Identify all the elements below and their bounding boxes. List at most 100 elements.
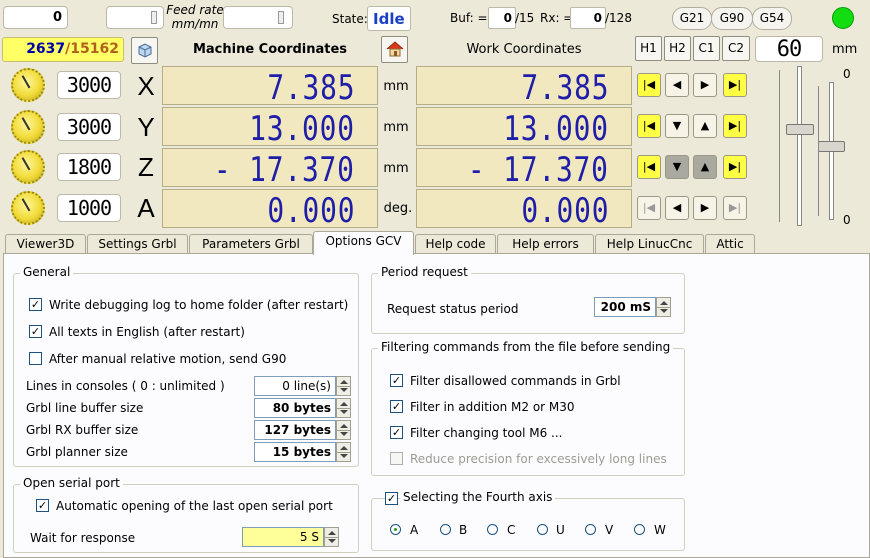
planner-size-input[interactable]: 15 bytes bbox=[254, 442, 336, 462]
tab-parameters-grbl[interactable]: Parameters Grbl bbox=[189, 234, 313, 254]
jog-x-to-end-button[interactable]: ▶| bbox=[723, 73, 747, 97]
line-number-value: 0 bbox=[52, 10, 62, 25]
filter-m2-m30-label[interactable]: Filter in addition M2 or M30 bbox=[410, 400, 575, 414]
jog-x-to-start-button[interactable]: |◀ bbox=[637, 73, 661, 97]
jog-y-minus-button[interactable]: ▼ bbox=[665, 114, 689, 138]
gcode-badge-g54: G54 bbox=[752, 7, 792, 30]
fourth-axis-group-title[interactable]: Selecting the Fourth axis bbox=[400, 490, 556, 504]
filter-disallowed-label[interactable]: Filter disallowed commands in Grbl bbox=[410, 374, 621, 388]
line-number-field: 0 bbox=[3, 6, 68, 29]
fourth-axis-radio-b[interactable] bbox=[440, 524, 451, 535]
auto-open-label[interactable]: Automatic opening of the last open seria… bbox=[56, 499, 333, 513]
speed-field-a[interactable]: 1000 bbox=[57, 194, 121, 222]
speed-knob-y[interactable] bbox=[11, 110, 45, 144]
coord-button-h1[interactable]: H1 bbox=[635, 36, 662, 61]
jog-z-minus-button[interactable]: ▼ bbox=[665, 155, 689, 179]
feed-override-slider-track[interactable] bbox=[797, 66, 802, 226]
jog-a-plus-button[interactable]: ▶ bbox=[693, 196, 717, 220]
state-value: Idle bbox=[373, 10, 405, 28]
rx-buffer-spinner[interactable] bbox=[336, 420, 351, 440]
tab-settings-grbl[interactable]: Settings Grbl bbox=[87, 234, 188, 254]
feed-rate-left-field[interactable] bbox=[106, 6, 164, 29]
work-coord-y: 13.000 bbox=[416, 107, 632, 146]
wait-response-input[interactable]: 5 S bbox=[242, 527, 324, 547]
tab-options-gcv[interactable]: Options GCV bbox=[313, 231, 414, 255]
fourth-axis-radio-v[interactable] bbox=[585, 524, 596, 535]
jog-y-plus-button[interactable]: ▲ bbox=[693, 114, 717, 138]
work-coord-z-value: - 17.370 bbox=[468, 150, 609, 190]
feed-override-slider-thumb[interactable] bbox=[786, 124, 814, 135]
filter-m2-m30-checkbox[interactable]: ✓ bbox=[390, 400, 403, 413]
machine-coord-x-value: 7.385 bbox=[266, 68, 355, 108]
jog-z-to-end-button[interactable]: ▶| bbox=[723, 155, 747, 179]
jog-x-plus-button[interactable]: ▶ bbox=[693, 73, 717, 97]
jog-z-plus-button[interactable]: ▲ bbox=[693, 155, 717, 179]
send-g90-checkbox[interactable] bbox=[29, 352, 42, 365]
english-texts-label[interactable]: All texts in English (after restart) bbox=[49, 325, 245, 339]
line-buffer-input[interactable]: 80 bytes bbox=[254, 398, 336, 418]
feed-rate-right-field[interactable] bbox=[223, 6, 293, 29]
tab-help-code[interactable]: Help code bbox=[415, 234, 496, 254]
speed-knob-x[interactable] bbox=[11, 68, 45, 102]
fourth-axis-radio-c[interactable] bbox=[487, 524, 498, 535]
console-lines-spinner[interactable] bbox=[336, 376, 351, 396]
speed-field-x[interactable]: 3000 bbox=[57, 71, 121, 99]
state-field: Idle bbox=[367, 6, 411, 31]
status-indicator-led bbox=[832, 7, 854, 29]
fourth-axis-checkbox[interactable]: ✓ bbox=[385, 492, 398, 505]
fourth-axis-radio-a[interactable] bbox=[390, 524, 401, 535]
english-texts-checkbox[interactable]: ✓ bbox=[29, 325, 42, 338]
filter-m6-label[interactable]: Filter changing tool M6 ... bbox=[410, 426, 562, 440]
coord-button-h2[interactable]: H2 bbox=[664, 36, 691, 61]
speed-field-y[interactable]: 3000 bbox=[57, 113, 121, 141]
fourth-axis-radio-w[interactable] bbox=[634, 524, 645, 535]
fourth-axis-radio-u[interactable] bbox=[537, 524, 548, 535]
jog-a-to-end-button[interactable]: ▶| bbox=[723, 196, 747, 220]
wait-response-spinner[interactable] bbox=[324, 527, 339, 547]
home-button[interactable] bbox=[381, 36, 408, 63]
tab-help-errors[interactable]: Help errors bbox=[497, 234, 594, 254]
fourth-axis-label-v[interactable]: V bbox=[605, 523, 613, 537]
auto-open-checkbox[interactable]: ✓ bbox=[36, 499, 49, 512]
jog-y-to-end-button[interactable]: ▶| bbox=[723, 114, 747, 138]
rx-buffer-input[interactable]: 127 bytes bbox=[254, 420, 336, 440]
spindle-override-slider-thumb[interactable] bbox=[818, 141, 845, 152]
machine-coord-z: - 17.370 bbox=[162, 148, 378, 187]
coord-button-c1[interactable]: C1 bbox=[693, 36, 720, 61]
options-gcv-panel: General ✓ Write debugging log to home fo… bbox=[3, 253, 870, 558]
jog-x-minus-button[interactable]: ◀ bbox=[665, 73, 689, 97]
jog-step-field[interactable]: 60 bbox=[755, 36, 823, 62]
debug-log-label[interactable]: Write debugging log to home folder (afte… bbox=[49, 298, 348, 312]
send-g90-label[interactable]: After manual relative motion, send G90 bbox=[49, 352, 286, 366]
jog-y-to-start-button[interactable]: |◀ bbox=[637, 114, 661, 138]
speed-knob-z[interactable] bbox=[11, 150, 45, 184]
coord-button-c2[interactable]: C2 bbox=[722, 36, 750, 61]
fourth-axis-label-c[interactable]: C bbox=[507, 523, 515, 537]
tab-help-linuccnc[interactable]: Help LinucCnc bbox=[595, 234, 704, 254]
line-buffer-spinner[interactable] bbox=[336, 398, 351, 418]
view-3d-button[interactable] bbox=[131, 37, 158, 64]
console-lines-input[interactable]: 0 line(s) bbox=[254, 376, 336, 396]
speed-knob-a[interactable] bbox=[11, 191, 45, 225]
fourth-axis-label-u[interactable]: U bbox=[556, 523, 565, 537]
filter-disallowed-checkbox[interactable]: ✓ bbox=[390, 374, 403, 387]
filter-m6-checkbox[interactable]: ✓ bbox=[390, 426, 403, 439]
jog-a-to-start-button[interactable]: |◀ bbox=[637, 196, 661, 220]
reduce-precision-checkbox bbox=[390, 452, 403, 465]
debug-log-checkbox[interactable]: ✓ bbox=[29, 298, 42, 311]
tab-attic[interactable]: Attic bbox=[705, 234, 755, 254]
jog-a-minus-button[interactable]: ◀ bbox=[665, 196, 689, 220]
work-coordinates-header: Work Coordinates bbox=[466, 42, 582, 57]
planner-size-spinner[interactable] bbox=[336, 442, 351, 462]
request-period-spinner[interactable] bbox=[656, 297, 671, 317]
speed-field-z[interactable]: 1800 bbox=[57, 153, 121, 181]
work-coord-x: 7.385 bbox=[416, 66, 632, 105]
tab-viewer3d[interactable]: Viewer3D bbox=[5, 234, 86, 254]
jog-z-to-start-button[interactable]: |◀ bbox=[637, 155, 661, 179]
fourth-axis-label-w[interactable]: W bbox=[654, 523, 666, 537]
request-period-input[interactable]: 200 mS bbox=[594, 297, 656, 317]
fourth-axis-label-a[interactable]: A bbox=[410, 523, 418, 537]
fourth-axis-label-b[interactable]: B bbox=[459, 523, 467, 537]
wait-response-label: Wait for response bbox=[30, 531, 136, 545]
work-coord-x-value: 7.385 bbox=[520, 68, 609, 108]
